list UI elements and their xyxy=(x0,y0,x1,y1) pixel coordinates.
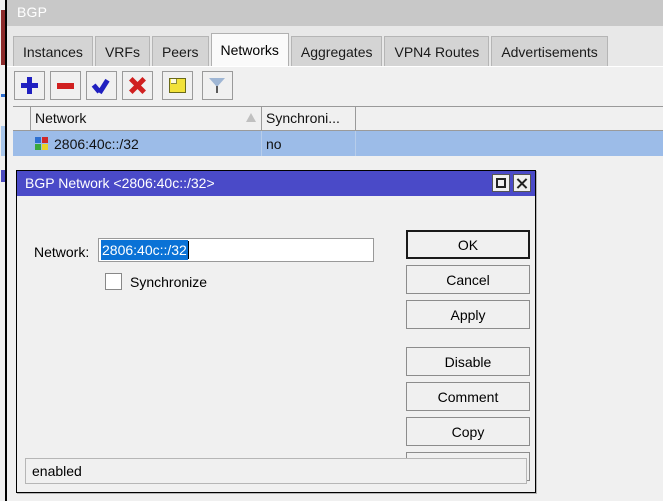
cross-icon xyxy=(129,77,146,94)
table-header-filler xyxy=(356,107,663,130)
bgp-network-dialog: BGP Network <2806:40c::/32> Network: 280… xyxy=(16,170,536,493)
column-header-network[interactable]: Network xyxy=(31,107,262,130)
check-icon xyxy=(93,78,110,93)
screen-root: BGP Instances VRFs Peers Networks Aggreg… xyxy=(0,0,663,501)
cancel-button[interactable]: Cancel xyxy=(406,265,530,294)
background-sliver-segment-blue-1 xyxy=(1,94,5,97)
add-button[interactable] xyxy=(14,71,45,100)
tab-networks[interactable]: Networks xyxy=(210,33,289,66)
dialog-status-bar: enabled xyxy=(25,458,527,484)
dialog-titlebar: BGP Network <2806:40c::/32> xyxy=(17,171,535,196)
maximize-button[interactable] xyxy=(492,174,510,192)
column-header-synchronize[interactable]: Synchroni... xyxy=(262,107,356,130)
background-sliver-segment-blue-3 xyxy=(1,170,5,182)
tab-vpn4-routes[interactable]: VPN4 Routes xyxy=(384,36,490,66)
synchronize-checkbox-label: Synchronize xyxy=(130,273,208,290)
remove-button[interactable] xyxy=(50,71,81,100)
background-sliver-segment-blue-2 xyxy=(1,126,5,156)
checkbox-box xyxy=(105,273,122,290)
tab-instances[interactable]: Instances xyxy=(13,36,93,66)
comment-button[interactable] xyxy=(162,71,193,100)
tab-vrfs[interactable]: VRFs xyxy=(94,36,150,66)
toolbar-buttons xyxy=(14,71,238,100)
close-button[interactable] xyxy=(513,174,531,192)
tab-aggregates[interactable]: Aggregates xyxy=(290,36,383,66)
maximize-icon xyxy=(496,178,506,188)
funnel-icon xyxy=(209,77,226,94)
bgp-window-titlebar: BGP xyxy=(7,0,663,26)
tab-peers[interactable]: Peers xyxy=(151,36,209,66)
apply-button[interactable]: Apply xyxy=(406,300,530,329)
networks-table: Network Synchroni... 2806:40c::/32 no xyxy=(13,106,663,156)
dialog-body: Network: 2806:40c::/32 Synchronize OK Ca… xyxy=(17,196,535,481)
close-icon xyxy=(517,178,528,189)
ok-button[interactable]: OK xyxy=(406,230,530,259)
bgp-window: BGP Instances VRFs Peers Networks Aggreg… xyxy=(6,0,663,501)
table-cell-synchronize: no xyxy=(262,131,356,156)
comment-button[interactable]: Comment xyxy=(406,382,530,411)
tab-list: Instances VRFs Peers Networks Aggregates… xyxy=(13,33,610,66)
note-icon xyxy=(169,78,186,93)
table-cell-network: 2806:40c::/32 xyxy=(31,131,262,156)
network-entry-icon xyxy=(35,137,48,150)
dialog-title: BGP Network <2806:40c::/32> xyxy=(25,175,215,191)
dialog-action-buttons: OK Cancel Apply Disable Comment Copy Rem… xyxy=(406,230,530,487)
network-field-label: Network: xyxy=(34,244,90,260)
table-cell-filler xyxy=(356,131,663,156)
button-group-separator xyxy=(406,335,530,347)
text-cursor xyxy=(187,241,189,259)
bgp-window-title: BGP xyxy=(17,4,48,20)
table-header-row: Network Synchroni... xyxy=(13,107,663,131)
table-cell-network-text: 2806:40c::/32 xyxy=(54,135,139,152)
column-header-network-label: Network xyxy=(35,110,87,126)
network-input[interactable]: 2806:40c::/32 xyxy=(98,238,374,262)
network-input-value: 2806:40c::/32 xyxy=(101,240,188,260)
tab-strip: Instances VRFs Peers Networks Aggregates… xyxy=(7,26,663,66)
plus-icon xyxy=(21,77,38,94)
disable-button[interactable] xyxy=(122,71,153,100)
synchronize-checkbox[interactable]: Synchronize xyxy=(105,273,207,290)
background-sliver-segment-red xyxy=(1,10,5,65)
tab-advertisements[interactable]: Advertisements xyxy=(491,36,608,66)
table-header-gutter xyxy=(13,107,31,130)
toolbar xyxy=(7,66,663,106)
table-row-gutter xyxy=(13,131,31,156)
column-header-synchronize-label: Synchroni... xyxy=(266,110,340,126)
sort-ascending-icon xyxy=(246,113,256,122)
enable-button[interactable] xyxy=(86,71,117,100)
table-row[interactable]: 2806:40c::/32 no xyxy=(13,131,663,156)
copy-button[interactable]: Copy xyxy=(406,417,530,446)
filter-button[interactable] xyxy=(202,71,233,100)
disable-button[interactable]: Disable xyxy=(406,347,530,376)
minus-icon xyxy=(57,82,74,89)
